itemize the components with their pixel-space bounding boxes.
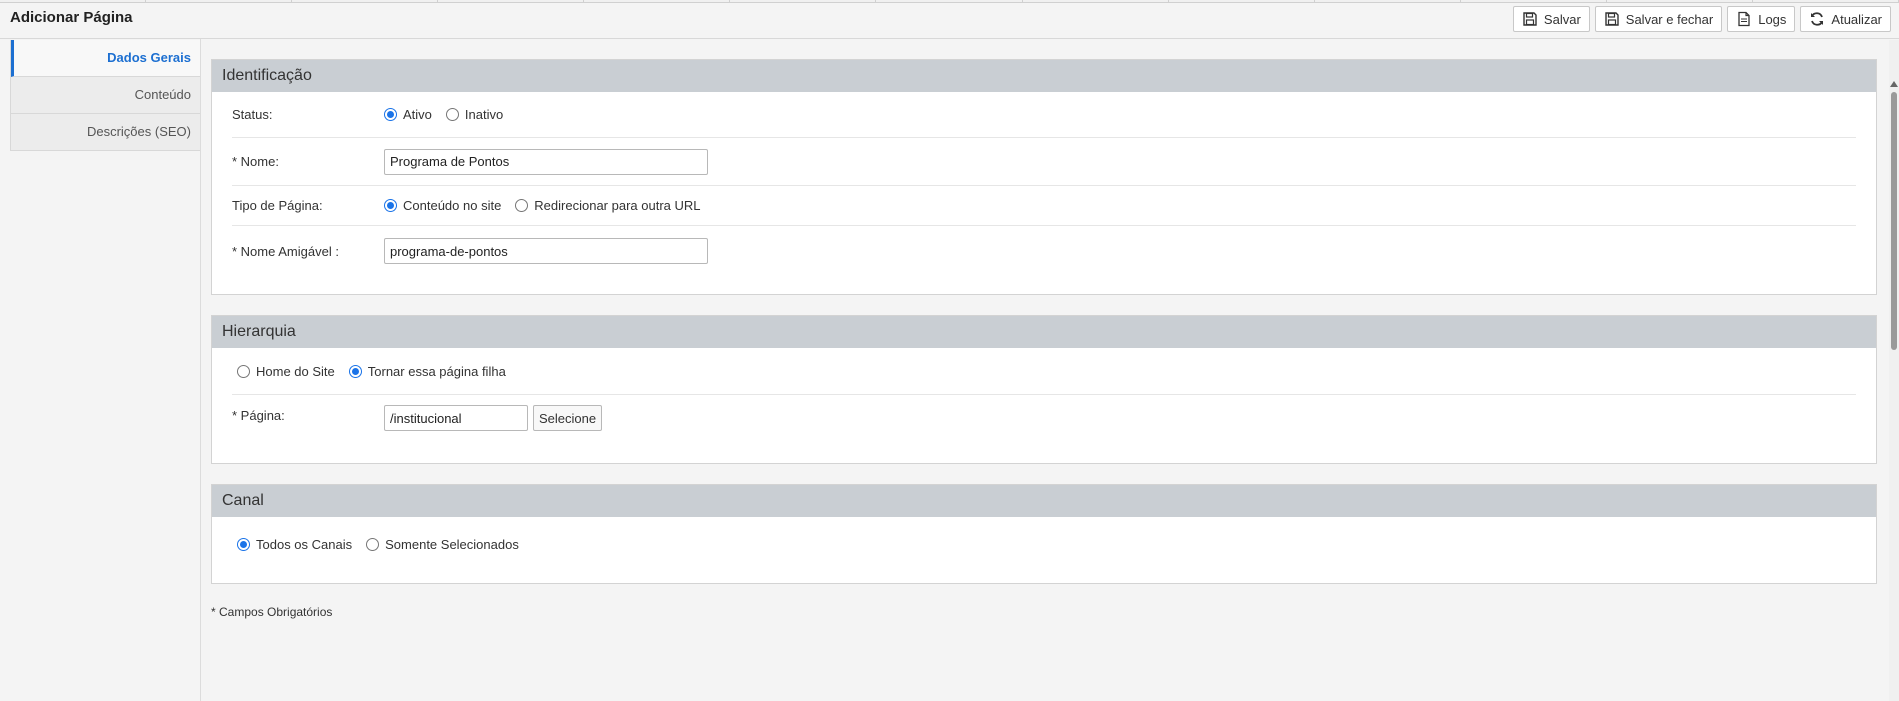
radio-unchecked <box>366 537 380 551</box>
radio-checked <box>384 108 397 121</box>
tipo-redirecionar-radio[interactable]: Redirecionar para outra URL <box>515 198 701 213</box>
home-do-site-label: Home do Site <box>256 363 335 379</box>
radio-checked <box>348 364 362 378</box>
selecione-button[interactable]: Selecione <box>533 405 603 431</box>
status-ativo-label: Ativo <box>403 107 432 122</box>
required-fields-note: * Campos Obrigatórios <box>211 605 333 619</box>
save-and-close-button-label: Salvar e fechar <box>1625 11 1714 27</box>
nome-label: * Nome: <box>232 154 279 169</box>
tipo-conteudo-radio[interactable]: Conteúdo no site <box>384 198 501 213</box>
somente-selecionados-radio[interactable]: Somente Selecionados <box>366 537 519 552</box>
floppy-disk-icon <box>1523 12 1537 26</box>
todos-canais-radio[interactable]: Todos os Canais <box>237 537 352 552</box>
nome-amigavel-row: * Nome Amigável : <box>232 226 1856 276</box>
identificacao-panel: Identificação Status: Ativo Inativo * No… <box>211 59 1877 295</box>
canal-panel: Canal Todos os Canais Somente Selecionad… <box>211 484 1877 584</box>
pagina-input[interactable] <box>384 405 528 431</box>
nome-row: * Nome: <box>232 138 1856 186</box>
hierarquia-options-row: Home do Site Tornar essa página filha <box>232 348 1856 395</box>
save-and-close-button[interactable]: Salvar e fechar <box>1594 6 1723 32</box>
nome-input[interactable] <box>384 148 708 175</box>
todos-canais-label: Todos os Canais <box>256 536 353 552</box>
status-inativo-label: Inativo <box>464 107 504 122</box>
status-row: Status: Ativo Inativo <box>232 92 1856 138</box>
identificacao-title: Identificação <box>212 60 1876 92</box>
refresh-button-label: Atualizar <box>1831 11 1882 27</box>
tipo-conteudo-label: Conteúdo no site <box>403 198 502 213</box>
document-icon <box>1738 11 1750 27</box>
nome-amigavel-label: * Nome Amigável : <box>232 243 339 259</box>
pagina-filha-radio[interactable]: Tornar essa página filha <box>348 363 506 379</box>
sidebar-item-dados-gerais[interactable]: Dados Gerais <box>11 40 201 77</box>
sidebar-item-seo[interactable]: Descrições (SEO) <box>11 114 201 150</box>
sidebar-divider <box>200 39 201 701</box>
nome-amigavel-input[interactable] <box>384 238 708 264</box>
tipo-pagina-label: Tipo de Página: <box>232 198 323 213</box>
save-button-label: Salvar <box>1543 11 1581 27</box>
scrollbar[interactable] <box>1889 40 1899 701</box>
pagina-row: * Página: Selecione <box>232 395 1856 441</box>
scrollbar-thumb[interactable] <box>1891 92 1897 350</box>
status-label: Status: <box>232 107 273 122</box>
pagina-filha-label: Tornar essa página filha <box>367 363 506 379</box>
toolbar: Salvar Salvar e fechar Logs Atualizar <box>1512 6 1891 32</box>
tipo-redirecionar-label: Redirecionar para outra URL <box>534 198 701 213</box>
pagina-label: * Página: <box>232 408 285 423</box>
tipo-pagina-row: Tipo de Página: Conteúdo no site Redirec… <box>232 186 1856 226</box>
header-divider <box>0 38 1899 39</box>
status-inativo-radio[interactable]: Inativo <box>445 107 504 122</box>
sidebar-item-conteudo[interactable]: Conteúdo <box>11 77 201 114</box>
sidebar: Dados Gerais Conteúdo Descrições (SEO) <box>10 40 201 151</box>
radio-unchecked <box>237 364 250 378</box>
radio-unchecked <box>515 199 529 212</box>
page-title: Adicionar Página <box>10 9 133 26</box>
canal-options-row: Todos os Canais Somente Selecionados <box>232 517 1856 571</box>
radio-checked <box>384 199 397 212</box>
refresh-button[interactable]: Atualizar <box>1800 6 1891 32</box>
home-do-site-radio[interactable]: Home do Site <box>237 364 335 379</box>
top-tab-strip <box>0 0 1899 3</box>
logs-button[interactable]: Logs <box>1727 6 1796 32</box>
somente-selecionados-label: Somente Selecionados <box>385 536 519 552</box>
save-button[interactable]: Salvar <box>1512 6 1590 32</box>
canal-title: Canal <box>212 485 1876 517</box>
radio-unchecked <box>445 108 459 121</box>
refresh-icon <box>1811 12 1824 26</box>
hierarquia-title: Hierarquia <box>212 316 1876 348</box>
scroll-up-arrow-icon[interactable] <box>1890 81 1898 87</box>
hierarquia-panel: Hierarquia Home do Site Tornar essa pági… <box>211 315 1877 464</box>
radio-checked <box>237 537 250 551</box>
floppy-disk-icon <box>1605 12 1619 26</box>
logs-button-label: Logs <box>1758 11 1787 27</box>
status-ativo-radio[interactable]: Ativo <box>384 107 432 122</box>
